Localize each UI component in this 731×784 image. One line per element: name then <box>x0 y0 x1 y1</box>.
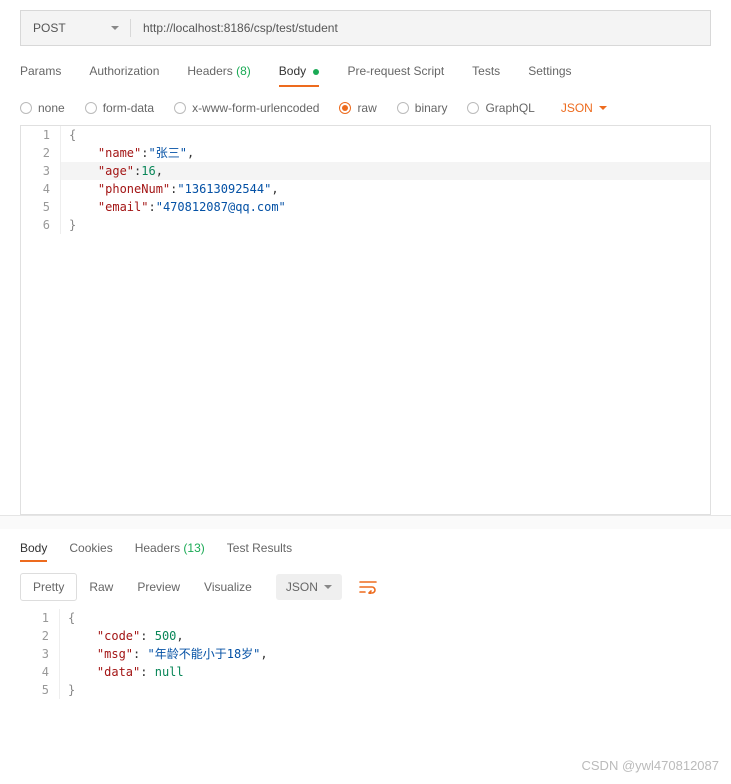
body-opt-graphql[interactable]: GraphQL <box>467 101 534 115</box>
line-number: 5 <box>21 198 61 216</box>
body-opt-xwww[interactable]: x-www-form-urlencoded <box>174 101 319 115</box>
response-tab-body[interactable]: Body <box>20 535 47 561</box>
line-number: 3 <box>20 645 60 663</box>
body-format-select[interactable]: JSON <box>561 101 607 115</box>
code-line: 5} <box>20 681 711 699</box>
request-bar: POST <box>20 10 711 46</box>
code-line: 2 "name":"张三", <box>21 144 710 162</box>
code-line: 4 "data": null <box>20 663 711 681</box>
radio-icon <box>20 102 32 114</box>
code-content: "msg": "年龄不能小于18岁", <box>60 645 711 663</box>
code-line: 3 "msg": "年龄不能小于18岁", <box>20 645 711 663</box>
request-tabs: Params Authorization Headers (8) Body Pr… <box>20 56 711 87</box>
response-headers-label: Headers <box>135 541 180 555</box>
code-line: 1{ <box>21 126 710 144</box>
line-number: 3 <box>21 162 61 180</box>
line-number: 6 <box>21 216 61 234</box>
code-line: 5 "email":"470812087@qq.com" <box>21 198 710 216</box>
tab-settings[interactable]: Settings <box>528 56 571 86</box>
view-pretty[interactable]: Pretty <box>20 573 77 601</box>
tab-body-label: Body <box>279 64 306 78</box>
radio-icon <box>397 102 409 114</box>
method-select[interactable]: POST <box>21 11 131 45</box>
response-view-bar: Pretty Raw Preview Visualize JSON <box>20 573 711 601</box>
body-opt-raw[interactable]: raw <box>339 101 376 115</box>
view-preview[interactable]: Preview <box>125 574 192 600</box>
response-format-select[interactable]: JSON <box>276 574 342 600</box>
chevron-down-icon <box>599 106 607 110</box>
line-number: 2 <box>20 627 60 645</box>
tab-headers[interactable]: Headers (8) <box>187 56 250 86</box>
radio-icon <box>85 102 97 114</box>
response-tab-cookies[interactable]: Cookies <box>69 535 112 561</box>
body-type-row: none form-data x-www-form-urlencoded raw… <box>20 101 711 115</box>
code-content: } <box>61 216 710 234</box>
method-label: POST <box>33 21 66 35</box>
code-line: 6} <box>21 216 710 234</box>
headers-count: (8) <box>236 64 251 78</box>
tab-headers-label: Headers <box>187 64 232 78</box>
response-body-viewer[interactable]: 1{2 "code": 500,3 "msg": "年龄不能小于18岁",4 "… <box>20 607 711 699</box>
url-input[interactable] <box>131 11 710 45</box>
code-content: "code": 500, <box>60 627 711 645</box>
resize-handle[interactable] <box>0 515 731 529</box>
body-opt-formdata[interactable]: form-data <box>85 101 154 115</box>
code-content: { <box>60 609 711 627</box>
line-number: 4 <box>21 180 61 198</box>
tab-body[interactable]: Body <box>279 56 320 86</box>
code-content: "data": null <box>60 663 711 681</box>
body-opt-none[interactable]: none <box>20 101 65 115</box>
code-line: 4 "phoneNum":"13613092544", <box>21 180 710 198</box>
view-raw[interactable]: Raw <box>77 574 125 600</box>
chevron-down-icon <box>111 26 119 30</box>
response-tab-testresults[interactable]: Test Results <box>227 535 292 561</box>
tab-authorization[interactable]: Authorization <box>89 56 159 86</box>
code-content: "phoneNum":"13613092544", <box>61 180 710 198</box>
code-line: 1{ <box>20 609 711 627</box>
line-number: 1 <box>20 609 60 627</box>
code-content: "email":"470812087@qq.com" <box>61 198 710 216</box>
line-number: 2 <box>21 144 61 162</box>
line-number: 4 <box>20 663 60 681</box>
response-tab-headers[interactable]: Headers (13) <box>135 535 205 561</box>
request-body-editor[interactable]: 1{2 "name":"张三",3 "age":16,4 "phoneNum":… <box>20 125 711 515</box>
code-line: 2 "code": 500, <box>20 627 711 645</box>
body-opt-binary[interactable]: binary <box>397 101 448 115</box>
tab-tests[interactable]: Tests <box>472 56 500 86</box>
radio-icon <box>174 102 186 114</box>
tab-prerequest[interactable]: Pre-request Script <box>347 56 444 86</box>
response-tabs: Body Cookies Headers (13) Test Results <box>20 535 711 561</box>
radio-icon <box>467 102 479 114</box>
code-content: "age":16, <box>61 162 710 180</box>
line-number: 1 <box>21 126 61 144</box>
code-content: { <box>61 126 710 144</box>
watermark: CSDN @ywl470812087 <box>582 758 720 773</box>
code-content: } <box>60 681 711 699</box>
wrap-lines-icon[interactable] <box>354 574 382 600</box>
view-visualize[interactable]: Visualize <box>192 574 264 600</box>
radio-checked-icon <box>339 102 351 114</box>
line-number: 5 <box>20 681 60 699</box>
code-line: 3 "age":16, <box>21 162 710 180</box>
chevron-down-icon <box>324 585 332 589</box>
body-modified-icon <box>313 69 319 75</box>
response-headers-count: (13) <box>183 541 204 555</box>
tab-params[interactable]: Params <box>20 56 61 86</box>
code-content: "name":"张三", <box>61 144 710 162</box>
